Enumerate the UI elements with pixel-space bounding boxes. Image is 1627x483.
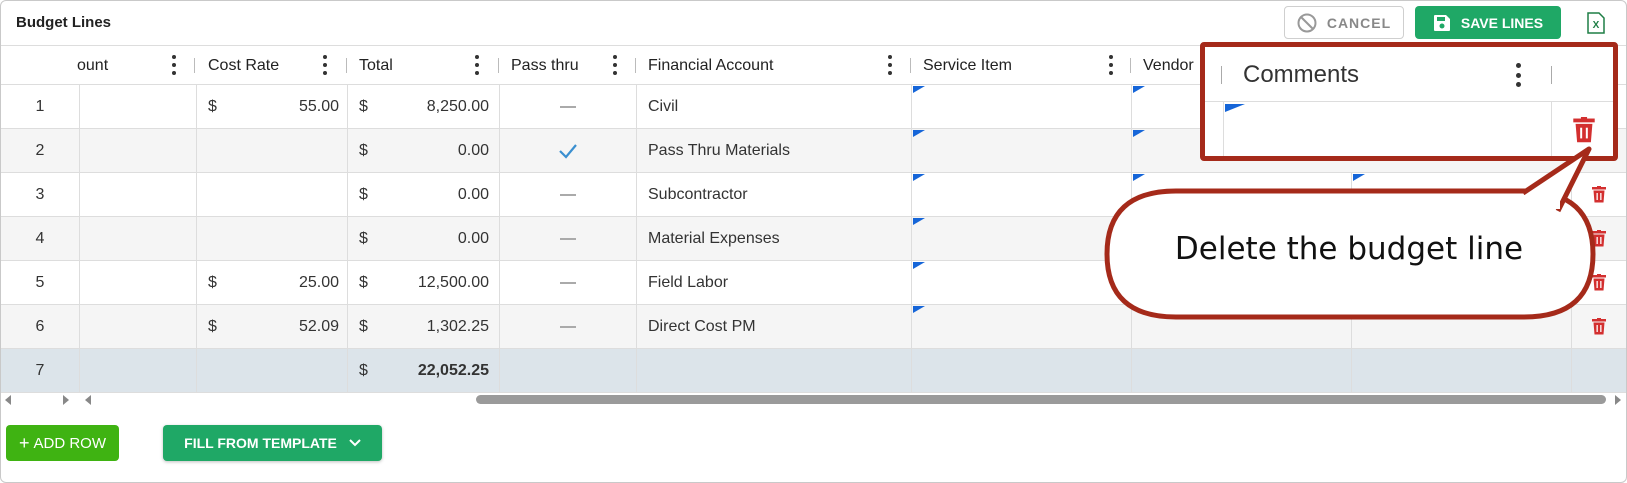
budget-lines-panel: Budget Lines CANCEL SAVE LINES X ount Co… (0, 0, 1627, 483)
callout-text: Delete the budget line (1174, 231, 1524, 267)
